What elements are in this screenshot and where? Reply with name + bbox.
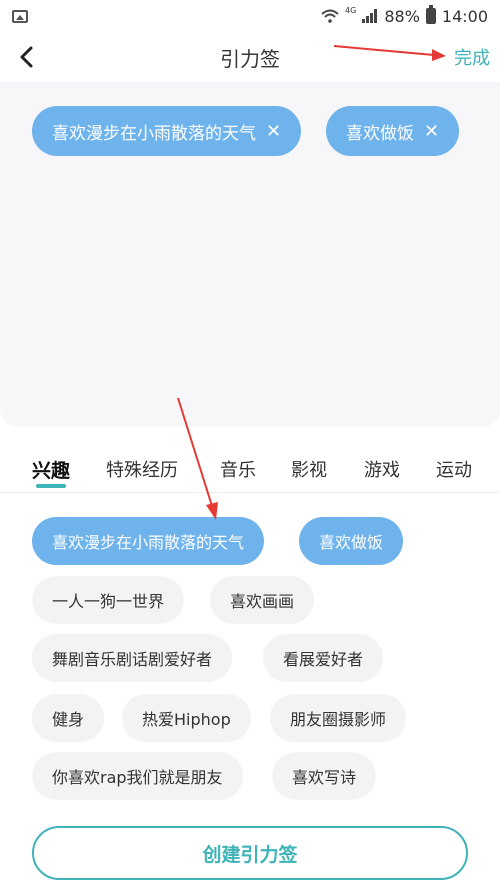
create-tag-button[interactable]: 创建引力签: [32, 826, 468, 880]
tag-item[interactable]: 喜欢写诗: [272, 752, 377, 800]
tag-item[interactable]: 看展爱好者: [263, 634, 384, 682]
battery-percent: 88%: [384, 6, 420, 26]
tag-item[interactable]: 喜欢做饭: [299, 517, 404, 565]
image-icon: [12, 9, 28, 23]
tab-film[interactable]: 影视: [291, 456, 327, 482]
tab-music[interactable]: 音乐: [220, 456, 256, 482]
tag-item[interactable]: 舞剧音乐剧话剧爱好者: [32, 634, 233, 682]
divider: [0, 492, 500, 493]
selected-tag[interactable]: 喜欢做饭 ✕: [326, 106, 460, 156]
tab-special-experience[interactable]: 特殊经历: [106, 456, 178, 482]
wifi-icon: [321, 9, 339, 23]
done-button[interactable]: 完成: [454, 44, 490, 70]
remove-icon[interactable]: ✕: [424, 121, 439, 142]
battery-icon: [425, 5, 436, 24]
selected-tag-label: 喜欢漫步在小雨散落的天气: [52, 123, 256, 144]
clock: 14:00: [441, 6, 488, 26]
tab-interest[interactable]: 兴趣: [32, 456, 70, 483]
selected-tags-panel: 喜欢漫步在小雨散落的天气 ✕ 喜欢做饭 ✕: [0, 82, 500, 427]
tab-games[interactable]: 游戏: [364, 456, 400, 482]
tag-item[interactable]: 喜欢画画: [210, 576, 315, 624]
selected-tag[interactable]: 喜欢漫步在小雨散落的天气 ✕: [32, 106, 302, 156]
tag-item[interactable]: 健身: [32, 694, 105, 742]
status-bar: 4G 88% 14:00: [0, 0, 500, 32]
active-tab-indicator: [36, 484, 66, 488]
selected-tag-label: 喜欢做饭: [346, 123, 414, 144]
tag-item[interactable]: 你喜欢rap我们就是朋友: [32, 752, 243, 800]
back-arrow-icon: [20, 46, 33, 68]
signal-icon: [362, 9, 378, 23]
page-title: 引力签: [220, 46, 280, 71]
tab-sports[interactable]: 运动: [436, 456, 472, 482]
category-tabs: 兴趣 特殊经历 音乐 影视 游戏 运动: [0, 440, 500, 490]
network-type: 4G: [345, 5, 357, 15]
back-button[interactable]: [12, 42, 42, 72]
tag-item[interactable]: 朋友圈摄影师: [270, 694, 407, 742]
tag-item[interactable]: 热爱Hiphop: [122, 694, 251, 742]
remove-icon[interactable]: ✕: [266, 121, 281, 142]
nav-bar: 引力签 完成: [0, 32, 500, 82]
tag-item[interactable]: 喜欢漫步在小雨散落的天气: [32, 517, 265, 565]
tag-item[interactable]: 一人一狗一世界: [32, 576, 185, 624]
